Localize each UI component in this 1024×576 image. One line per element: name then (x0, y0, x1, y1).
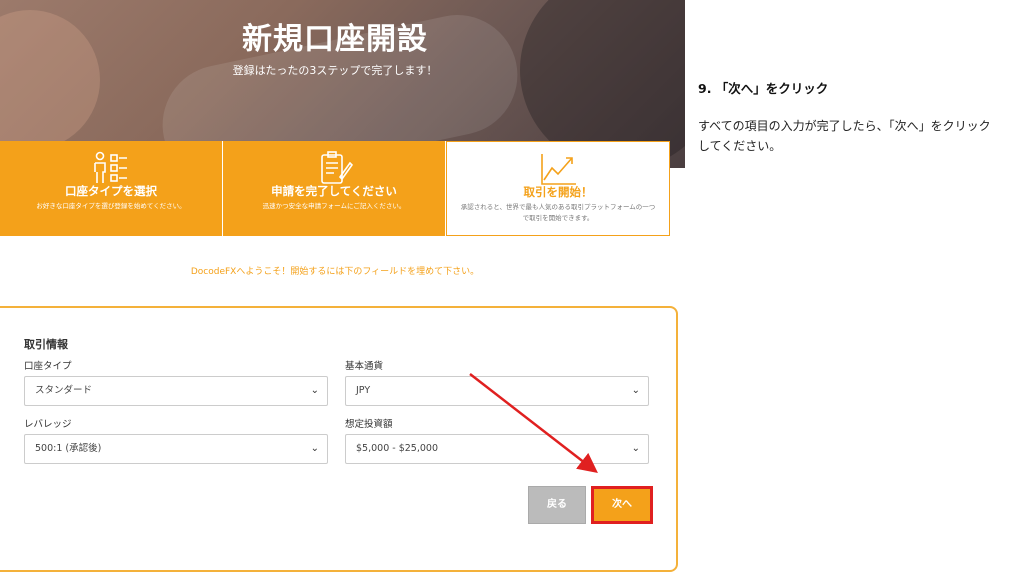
leverage-value: 500:1 (承認後) (35, 443, 102, 454)
trading-info-form: 取引情報 口座タイプ スタンダード ⌄ 基本通貨 JPY ⌄ レバレッジ 500… (0, 306, 678, 572)
step-complete-application: 申請を完了してください 迅速かつ安全な申請フォームにご記入ください。 (223, 141, 446, 236)
step-desc: 迅速かつ安全な申請フォームにご記入ください。 (262, 202, 406, 210)
leverage-label: レバレッジ (24, 419, 72, 430)
step-title: 取引を開始！ (523, 185, 593, 199)
person-list-icon (94, 151, 127, 183)
investment-label: 想定投資額 (345, 419, 393, 430)
page-subtitle: 登録はたったの3ステップで完了します！ (232, 64, 438, 77)
instruction-body: すべての項目の入力が完了したら、「次へ」をクリックしてください。 (698, 119, 991, 153)
clipboard-pen-icon (321, 151, 354, 184)
step-start-trading: 取引を開始！ 承認されると、世界で最も人気のある取引プラットフォームの一つで取引… (446, 141, 670, 236)
base-currency-select[interactable]: JPY ⌄ (345, 376, 649, 406)
account-type-label: 口座タイプ (24, 361, 72, 372)
step-indicator: 口座タイプを選択 お好きな口座タイプを選び登録を始めてください。 申請を完了して… (0, 141, 670, 236)
chevron-down-icon: ⌄ (631, 385, 640, 396)
welcome-message: DocodeFXへようこそ！開始するには下のフィールドを埋めて下さい。 (190, 267, 480, 277)
investment-select[interactable]: $5,000 - $25,000 ⌄ (345, 434, 649, 464)
leverage-select[interactable]: 500:1 (承認後) ⌄ (24, 434, 328, 464)
chevron-down-icon: ⌄ (631, 443, 640, 454)
step-select-account: 口座タイプを選択 お好きな口座タイプを選び登録を始めてください。 (0, 141, 223, 236)
base-currency-label: 基本通貨 (345, 361, 384, 372)
growth-chart-icon (541, 154, 576, 185)
base-currency-value: JPY (356, 385, 371, 396)
back-button[interactable]: 戻る (528, 486, 586, 524)
instruction-title: 9. 「次へ」をクリック (698, 81, 829, 96)
chevron-down-icon: ⌄ (310, 443, 319, 454)
chevron-down-icon: ⌄ (310, 385, 319, 396)
account-type-select[interactable]: スタンダード ⌄ (24, 376, 328, 406)
step-title: 口座タイプを選択 (65, 184, 157, 198)
screenshot-panel: 新規口座開設 登録はたったの3ステップで完了します！ 口座タイプを選択 お好きな… (0, 0, 685, 576)
step-title: 申請を完了してください (271, 184, 397, 198)
account-type-value: スタンダード (35, 385, 93, 396)
investment-value: $5,000 - $25,000 (356, 443, 438, 454)
page-title: 新規口座開設 (242, 22, 428, 57)
step-desc: 承認されると、世界で最も人気のある取引プラットフォームの一つで取引を開始できます… (460, 203, 656, 222)
step-desc: お好きな口座タイプを選び登録を始めてください。 (36, 202, 186, 210)
next-button[interactable]: 次へ (591, 486, 653, 524)
section-title: 取引情報 (24, 338, 68, 351)
